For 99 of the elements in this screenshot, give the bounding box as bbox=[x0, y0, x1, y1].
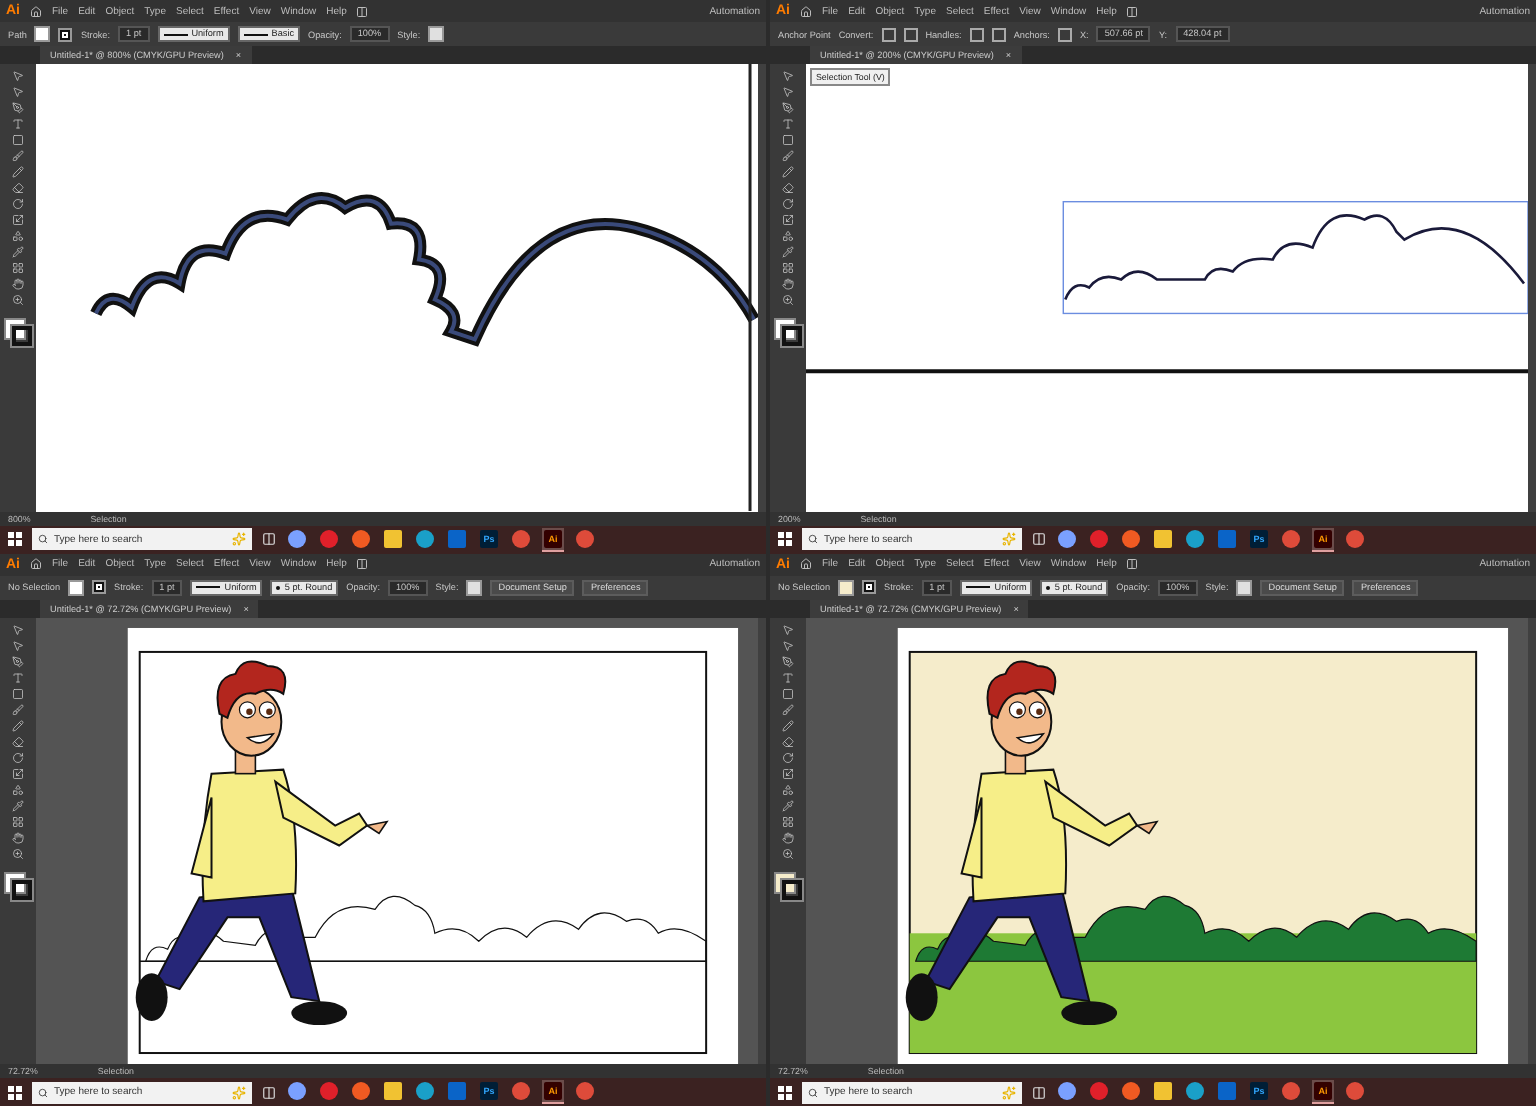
pen-tool-icon[interactable] bbox=[782, 655, 794, 667]
pen-tool-icon[interactable] bbox=[12, 655, 24, 667]
task-view-icon[interactable] bbox=[262, 1085, 276, 1099]
fill-swatch[interactable] bbox=[68, 579, 85, 595]
sparkles-icon bbox=[232, 1085, 246, 1099]
sparkles-icon bbox=[232, 532, 246, 546]
sparkles-icon bbox=[1002, 532, 1016, 546]
selection-tool-icon[interactable] bbox=[12, 623, 24, 635]
zoom-tool-icon[interactable] bbox=[782, 294, 794, 306]
home-icon[interactable] bbox=[30, 558, 42, 570]
brush-tool-icon[interactable] bbox=[782, 150, 794, 162]
zoom-tool-icon[interactable] bbox=[12, 294, 24, 306]
rectangle-tool-icon[interactable] bbox=[782, 687, 794, 699]
windows-logo-icon[interactable] bbox=[8, 1085, 22, 1099]
shape-tool-icon[interactable] bbox=[12, 783, 24, 795]
task-view-icon[interactable] bbox=[1032, 532, 1046, 546]
selection-bounding-box[interactable] bbox=[1062, 201, 1528, 315]
search-icon bbox=[38, 1087, 48, 1097]
workspace-icon[interactable] bbox=[356, 5, 369, 17]
selection-tool-icon[interactable] bbox=[12, 70, 24, 82]
pencil-tool-icon[interactable] bbox=[782, 166, 794, 178]
grid-tool-icon[interactable] bbox=[12, 262, 24, 274]
type-tool-icon[interactable] bbox=[12, 671, 24, 683]
pen-tool-icon[interactable] bbox=[782, 102, 794, 114]
rotate-tool-icon[interactable] bbox=[782, 198, 794, 210]
type-tool-icon[interactable] bbox=[782, 118, 794, 130]
search-icon bbox=[808, 534, 818, 544]
eyedropper-icon[interactable] bbox=[12, 799, 24, 811]
hand-tool-icon[interactable] bbox=[782, 831, 794, 843]
zoom-tool-icon[interactable] bbox=[12, 847, 24, 859]
scale-tool-icon[interactable] bbox=[782, 767, 794, 779]
rotate-tool-icon[interactable] bbox=[12, 751, 24, 763]
home-icon[interactable] bbox=[30, 5, 42, 17]
type-tool-icon[interactable] bbox=[12, 118, 24, 130]
eraser-tool-icon[interactable] bbox=[12, 182, 24, 194]
direct-selection-icon[interactable] bbox=[12, 86, 24, 98]
eyedropper-icon[interactable] bbox=[782, 246, 794, 258]
brush-tool-icon[interactable] bbox=[782, 703, 794, 715]
fill-swatch[interactable] bbox=[838, 579, 855, 595]
hand-tool-icon[interactable] bbox=[12, 831, 24, 843]
scale-tool-icon[interactable] bbox=[782, 214, 794, 226]
eraser-tool-icon[interactable] bbox=[12, 735, 24, 747]
windows-logo-icon[interactable] bbox=[778, 532, 792, 546]
search-icon bbox=[808, 1087, 818, 1097]
grid-tool-icon[interactable] bbox=[12, 815, 24, 827]
stroke-swatch[interactable] bbox=[862, 580, 877, 594]
eraser-tool-icon[interactable] bbox=[782, 735, 794, 747]
style-swatch[interactable] bbox=[466, 579, 483, 595]
pencil-tool-icon[interactable] bbox=[12, 719, 24, 731]
shape-tool-icon[interactable] bbox=[782, 783, 794, 795]
scale-tool-icon[interactable] bbox=[12, 767, 24, 779]
stroke-swatch[interactable] bbox=[782, 326, 802, 346]
brush-tool-icon[interactable] bbox=[12, 703, 24, 715]
brush-tool-icon[interactable] bbox=[12, 150, 24, 162]
rectangle-tool-icon[interactable] bbox=[782, 134, 794, 146]
rotate-tool-icon[interactable] bbox=[782, 751, 794, 763]
shape-tool-icon[interactable] bbox=[782, 230, 794, 242]
grid-tool-icon[interactable] bbox=[782, 262, 794, 274]
stroke-swatch[interactable] bbox=[12, 326, 32, 346]
home-icon[interactable] bbox=[800, 5, 812, 17]
hand-tool-icon[interactable] bbox=[782, 278, 794, 290]
task-view-icon[interactable] bbox=[262, 532, 276, 546]
pen-tool-icon[interactable] bbox=[12, 102, 24, 114]
style-swatch[interactable] bbox=[1236, 579, 1253, 595]
fill-swatch[interactable] bbox=[34, 26, 51, 42]
pencil-tool-icon[interactable] bbox=[782, 719, 794, 731]
home-icon[interactable] bbox=[800, 558, 812, 570]
windows-logo-icon[interactable] bbox=[778, 1085, 792, 1099]
workspace-icon[interactable] bbox=[356, 558, 369, 570]
rotate-tool-icon[interactable] bbox=[12, 198, 24, 210]
grid-tool-icon[interactable] bbox=[782, 815, 794, 827]
sparkles-icon bbox=[1002, 1085, 1016, 1099]
windows-logo-icon[interactable] bbox=[8, 532, 22, 546]
eyedropper-icon[interactable] bbox=[12, 246, 24, 258]
hand-tool-icon[interactable] bbox=[12, 278, 24, 290]
rectangle-tool-icon[interactable] bbox=[12, 687, 24, 699]
rectangle-tool-icon[interactable] bbox=[12, 134, 24, 146]
task-view-icon[interactable] bbox=[1032, 1085, 1046, 1099]
anchor-tool-icon[interactable] bbox=[1057, 27, 1072, 41]
workspace-icon[interactable] bbox=[1126, 5, 1139, 17]
selection-tool-icon[interactable] bbox=[782, 70, 794, 82]
pencil-tool-icon[interactable] bbox=[12, 166, 24, 178]
type-tool-icon[interactable] bbox=[782, 671, 794, 683]
stroke-swatch[interactable] bbox=[782, 879, 802, 899]
stroke-swatch[interactable] bbox=[92, 580, 107, 594]
selection-tool-icon[interactable] bbox=[782, 623, 794, 635]
eraser-tool-icon[interactable] bbox=[782, 182, 794, 194]
scale-tool-icon[interactable] bbox=[12, 214, 24, 226]
style-swatch[interactable] bbox=[428, 26, 445, 42]
direct-selection-icon[interactable] bbox=[12, 639, 24, 651]
workspace-icon[interactable] bbox=[1126, 558, 1139, 570]
zoom-tool-icon[interactable] bbox=[782, 847, 794, 859]
eyedropper-icon[interactable] bbox=[782, 799, 794, 811]
search-icon bbox=[38, 534, 48, 544]
stroke-swatch[interactable] bbox=[12, 879, 32, 899]
direct-selection-icon[interactable] bbox=[782, 86, 794, 98]
shape-tool-icon[interactable] bbox=[12, 230, 24, 242]
direct-selection-icon[interactable] bbox=[782, 639, 794, 651]
stroke-swatch[interactable] bbox=[58, 27, 73, 41]
